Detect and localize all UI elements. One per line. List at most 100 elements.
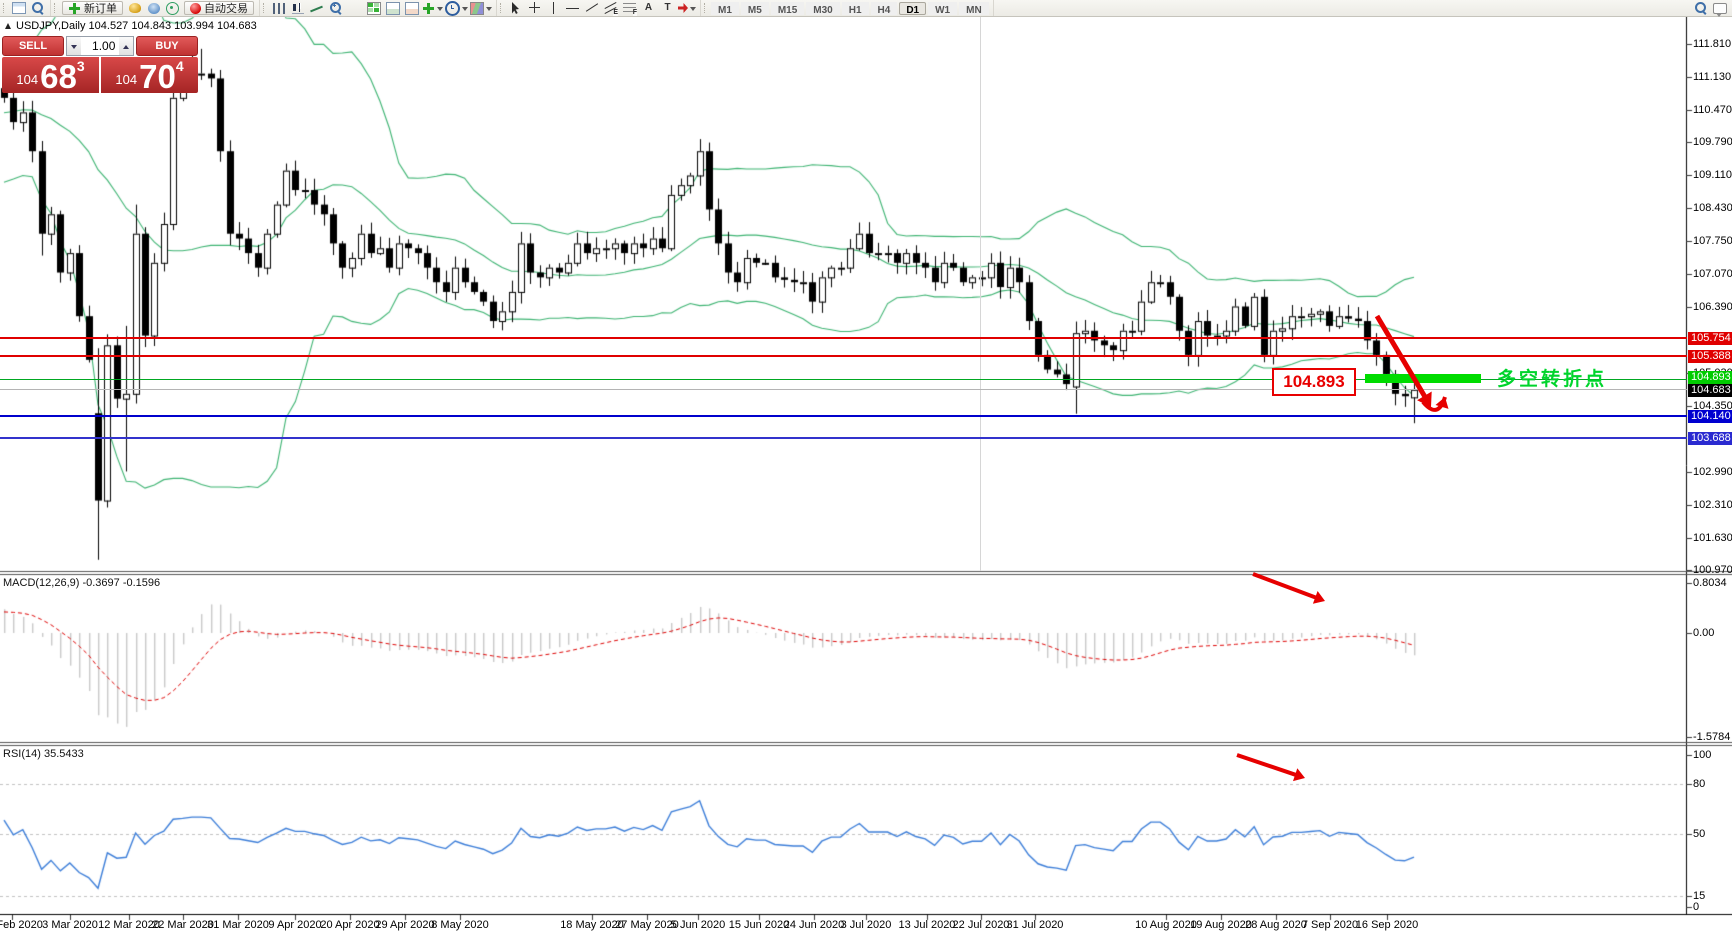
tile-windows-icon[interactable] [365,1,382,15]
bid-price-big: 68 [40,63,77,90]
turning-point-label[interactable]: 多空转折点 [1497,364,1607,391]
zoom-in-icon-glyph [329,2,342,14]
tf-mn[interactable]: MN [959,2,989,15]
sell-button[interactable]: SELL [2,36,64,56]
crosshair-tool[interactable] [526,1,543,15]
time-axis-label: 8 May 2020 [415,919,505,931]
macd-axis-label: 0.8034 [1693,577,1732,589]
price-callout[interactable]: 104.893 [1272,368,1356,396]
draw-group: EFAT [497,0,701,16]
tf-m15[interactable]: M15 [771,2,804,15]
line-chart-icon[interactable] [308,1,325,15]
tf-h4[interactable]: H4 [871,2,898,15]
deposit-gold-icon[interactable] [126,1,143,15]
fibonacci-tool[interactable]: F [621,1,638,15]
candle-chart-icon-glyph [292,2,304,14]
price-tick-label: 109.790 [1693,136,1732,148]
bid-price-panel[interactable]: 104 68 3 [2,57,99,93]
channel-tool[interactable]: E [602,1,619,15]
toolbar-grip [500,3,503,13]
crosshair-tool-glyph [528,2,541,14]
objects-window-icon[interactable] [403,1,420,15]
text-tool-glyph: A [645,2,652,14]
trendline-tool[interactable] [583,1,600,15]
signals-icon-glyph [166,2,179,15]
tf-h1[interactable]: H1 [842,2,869,15]
bar-chart-icon-glyph [273,3,285,14]
trendline-tool-glyph [585,2,598,14]
tf-w1[interactable]: W1 [928,2,957,15]
rsi-axis-label: 80 [1693,778,1732,790]
vline-tool-glyph [547,2,560,14]
hline-105754[interactable] [0,337,1687,339]
new-order-button[interactable]: 新订单 [62,1,123,15]
volume-input[interactable] [81,37,120,55]
toolbar-grip [3,3,6,13]
support-badge-1: 104.140 [1688,410,1732,423]
tf-d1[interactable]: D1 [899,2,926,15]
tf-m30[interactable]: M30 [806,2,839,15]
market-watch-icon[interactable] [29,1,46,15]
chart-canvas[interactable] [0,0,1732,938]
chart-window-icon[interactable] [10,1,27,15]
volume-down-button[interactable] [67,37,81,55]
indicator-window-icon[interactable] [384,1,401,15]
periods-icon[interactable] [445,1,468,15]
text-tool[interactable]: A [640,1,657,15]
price-tick-label: 107.750 [1693,235,1732,247]
vline-marker[interactable] [980,17,981,571]
vline-tool[interactable] [545,1,562,15]
template-icon-glyph [470,2,484,15]
price-tick-label: 100.970 [1693,564,1732,576]
auto-trading-button[interactable]: 自动交易 [184,1,254,15]
label-tool-glyph: T [664,2,670,14]
buy-button[interactable]: BUY [136,36,198,56]
current-price-line[interactable] [0,389,1687,390]
chart-pointer-icon [5,23,11,29]
ask-price-panel[interactable]: 104 70 4 [101,57,198,93]
tf-m1[interactable]: M1 [711,2,739,15]
chart-title-text: USDJPY,Daily 104.527 104.843 103.994 104… [16,20,257,32]
search-icon[interactable] [1692,1,1709,15]
volume-stepper [66,36,134,56]
cursor-tool[interactable] [507,1,524,15]
candle-chart-icon[interactable] [289,1,306,15]
price-tick-label: 107.070 [1693,268,1732,280]
volume-up-button[interactable] [119,37,133,55]
mt4-terminal: 新订单自动交易EFATM1M5M15M30H1H4D1W1MN USDJPY,D… [0,0,1732,938]
zoom-out-icon-glyph [348,2,361,14]
auto-trading-button-icon [190,3,201,14]
timeframe-toolbar: M1M5M15M30H1H4D1W1MN [701,0,994,16]
label-tool[interactable]: T [659,1,676,15]
price-tick-label: 102.310 [1693,499,1732,511]
add-indicator-icon[interactable] [422,1,443,15]
chat-icon[interactable] [1711,1,1728,15]
publish-icon[interactable] [145,1,162,15]
hline-tool[interactable] [564,1,581,15]
add-indicator-icon-caret [437,7,443,14]
objects-window-icon-glyph [405,2,419,15]
support-zone-bar[interactable] [1365,374,1481,383]
channel-tool-glyph: E [604,2,617,14]
chart-group [260,0,497,16]
template-icon[interactable] [470,1,492,15]
resistance-badge-1: 105.754 [1688,332,1732,345]
support-badge-2: 103.688 [1688,432,1732,445]
bid-price-prefix: 104 [16,72,38,87]
ask-price-sup: 4 [176,58,184,74]
hline-103688[interactable] [0,437,1687,439]
zoom-in-icon[interactable] [327,1,344,15]
toolbar-right-icons [1691,1,1729,15]
tf-m5[interactable]: M5 [741,2,769,15]
chat-icon-glyph [1713,3,1727,14]
auto-trading-button-label: 自动交易 [204,0,248,16]
signals-icon[interactable] [164,1,181,15]
arrows-tool[interactable] [678,1,696,15]
current-price-badge: 104.683 [1688,384,1732,397]
hline-105388[interactable] [0,355,1687,357]
zoom-out-icon[interactable] [346,1,363,15]
pivot-badge: 104.893 [1688,371,1732,384]
price-tick-label: 102.990 [1693,466,1732,478]
bar-chart-icon[interactable] [270,1,287,15]
hline-104140[interactable] [0,415,1687,417]
